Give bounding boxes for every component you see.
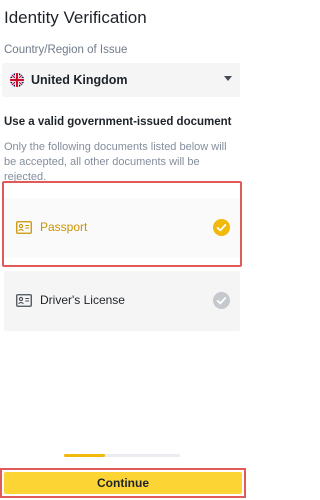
continue-highlight: Continue <box>0 468 246 498</box>
uk-flag-icon <box>10 73 24 87</box>
page-title: Identity Verification <box>4 8 147 27</box>
country-select[interactable]: United Kingdom <box>2 63 240 97</box>
step-progress-bar <box>64 454 180 457</box>
document-heading: Use a valid government-issued document <box>4 116 232 128</box>
id-card-icon <box>16 294 32 307</box>
check-selected-icon <box>213 219 230 236</box>
passport-option[interactable]: Passport <box>4 198 240 258</box>
country-value: United Kingdom <box>31 73 128 87</box>
drivers-license-option[interactable]: Driver's License <box>4 271 240 331</box>
country-label: Country/Region of Issue <box>4 44 128 56</box>
passport-label: Passport <box>40 220 88 234</box>
check-unselected-icon <box>213 292 230 309</box>
drivers-license-label: Driver's License <box>40 293 125 307</box>
chevron-down-icon <box>224 76 232 81</box>
document-note: Only the following documents listed belo… <box>4 141 227 183</box>
continue-button[interactable]: Continue <box>4 472 242 494</box>
step-progress-fill <box>64 454 105 457</box>
passport-card-icon <box>16 221 32 234</box>
